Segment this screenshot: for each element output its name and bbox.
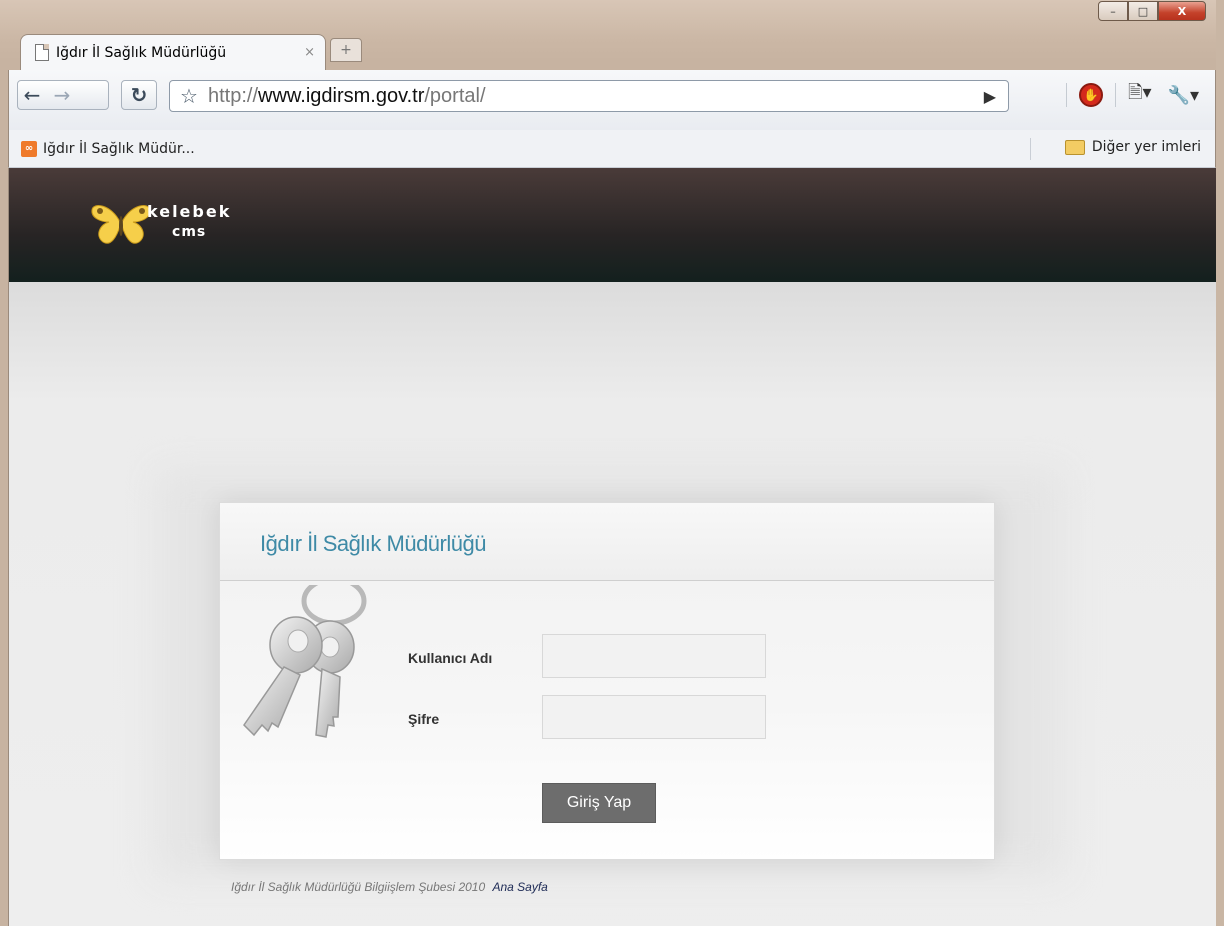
back-arrow-icon[interactable]: ← — [17, 80, 47, 110]
other-bookmarks-button[interactable]: Diğer yer imleri — [1064, 139, 1201, 155]
go-arrow-icon[interactable]: ▶ — [984, 87, 996, 106]
maximize-button[interactable]: □ — [1128, 1, 1158, 21]
page-icon — [35, 44, 49, 61]
window-controls: – □ X — [1098, 1, 1206, 21]
close-window-button[interactable]: X — [1158, 1, 1206, 21]
page-viewport: kelebek cms Iğdır İl Sağlık Müdürlüğü Ku… — [8, 168, 1216, 926]
toolbar-right: ✋ 🗎▾ 🔧▾ — [1054, 80, 1215, 110]
login-title: Iğdır İl Sağlık Müdürlüğü — [260, 531, 486, 556]
toolbar-separator — [1115, 83, 1117, 107]
keys-icon — [243, 585, 367, 738]
logo-text-line1: kelebek — [147, 202, 232, 221]
butterfly-logo-icon — [91, 205, 151, 244]
folder-icon — [1064, 139, 1085, 155]
password-input[interactable] — [542, 695, 766, 739]
forward-arrow-icon[interactable]: → — [47, 80, 77, 110]
login-panel-header: Iğdır İl Sağlık Müdürlüğü — [220, 503, 994, 581]
browser-toolbar: ← → ↻ ☆ http://www.igdirsm.gov.tr/portal… — [8, 70, 1216, 130]
page-footer: Iğdır İl Sağlık Müdürlüğü Bilgiişlem Şub… — [231, 880, 548, 894]
url-text[interactable]: http://www.igdirsm.gov.tr/portal/ — [208, 85, 486, 108]
content-area: Iğdır İl Sağlık Müdürlüğü Kullanıcı Adı … — [9, 282, 1216, 926]
xampp-favicon-icon: ∞ — [21, 140, 37, 157]
tab-active[interactable]: Iğdır İl Sağlık Müdürlüğü × — [20, 34, 326, 70]
new-tab-button[interactable]: + — [330, 38, 362, 62]
footer-text: Iğdır İl Sağlık Müdürlüğü Bilgiişlem Şub… — [231, 880, 486, 894]
logo[interactable]: kelebek cms — [89, 200, 231, 248]
tab-close-icon[interactable]: × — [304, 45, 315, 60]
url-scheme: http:// — [208, 84, 259, 107]
url-host: www.igdirsm.gov.tr — [258, 84, 425, 107]
logo-text-line2: cms — [172, 224, 207, 240]
bookmarks-separator — [1030, 138, 1031, 160]
minimize-button[interactable]: – — [1098, 1, 1128, 21]
username-input[interactable] — [542, 634, 766, 678]
tab-strip: Iğdır İl Sağlık Müdürlüğü × + — [0, 28, 1216, 70]
browser-window: – □ X Iğdır İl Sağlık Müdürlüğü × + ← → … — [0, 0, 1224, 926]
url-path: /portal/ — [424, 84, 486, 107]
tab-title: Iğdır İl Sağlık Müdürlüğü — [56, 44, 227, 61]
home-link[interactable]: Ana Sayfa — [492, 880, 547, 894]
bookmarks-bar: ∞ Iğdır İl Sağlık Müdür... Diğer yer iml… — [8, 130, 1216, 168]
other-bookmarks-label: Diğer yer imleri — [1091, 139, 1201, 155]
adblock-icon[interactable]: ✋ — [1079, 83, 1104, 107]
site-header: kelebek cms — [9, 168, 1216, 282]
password-label: Şifre — [408, 711, 440, 727]
reload-icon[interactable]: ↻ — [121, 80, 157, 110]
wrench-menu-icon[interactable]: 🔧▾ — [1168, 85, 1199, 106]
bookmark-item[interactable]: ∞ Iğdır İl Sağlık Müdür... — [21, 140, 195, 157]
bookmark-star-icon[interactable]: ☆ — [170, 84, 208, 108]
bookmark-label: Iğdır İl Sağlık Müdür... — [43, 140, 195, 157]
login-button[interactable]: Giriş Yap — [542, 783, 656, 823]
page-menu-icon[interactable]: 🗎▾ — [1128, 80, 1152, 110]
username-label: Kullanıcı Adı — [408, 650, 493, 666]
toolbar-separator — [1066, 83, 1068, 107]
address-bar[interactable]: ☆ http://www.igdirsm.gov.tr/portal/ ▶ — [169, 80, 1009, 112]
login-panel: Iğdır İl Sağlık Müdürlüğü Kullanıcı Adı … — [219, 502, 995, 860]
